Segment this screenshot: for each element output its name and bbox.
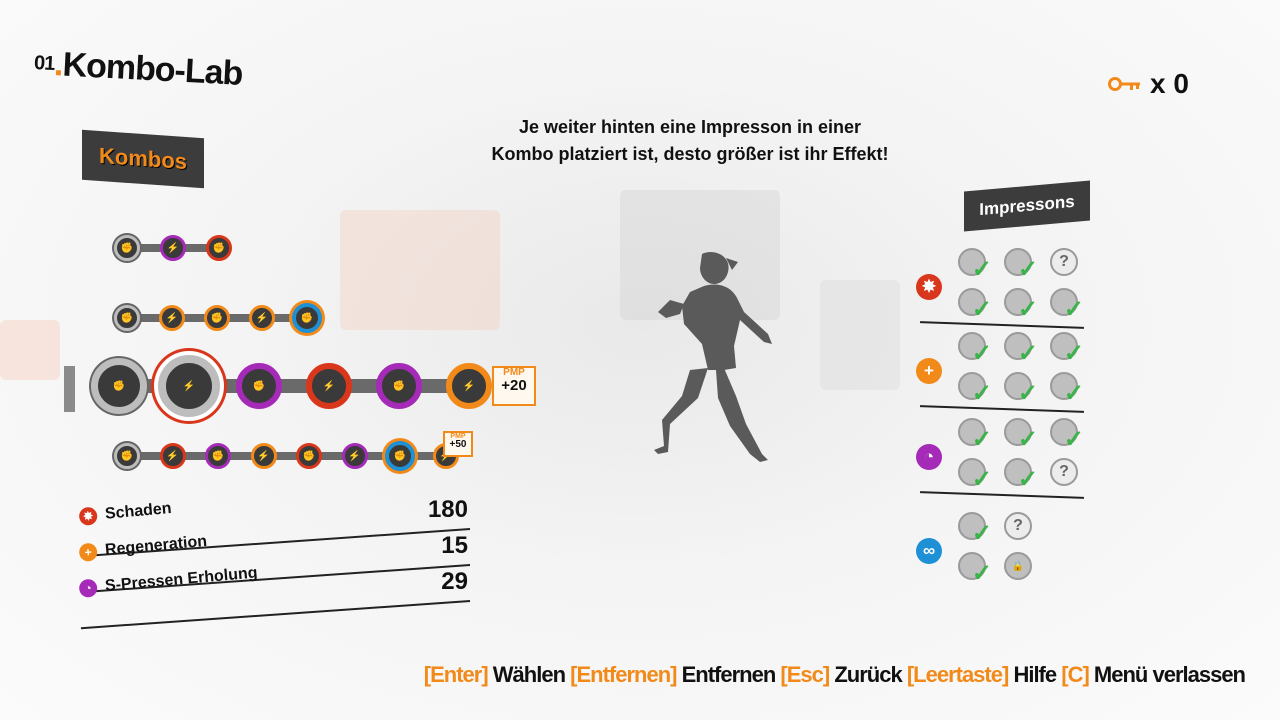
hint-line-2: Kombo platziert ist, desto größer ist ih… (491, 144, 889, 164)
combo-node-orange[interactable]: ⚡ (159, 305, 185, 331)
enter-label: Wählen (492, 662, 566, 687)
damage-icon: ✸ (78, 506, 98, 526)
impresson-slot[interactable] (1050, 288, 1084, 324)
unknown-impresson-slot[interactable]: ? (1050, 458, 1078, 486)
impresson-slot[interactable] (958, 332, 992, 368)
unknown-impresson-slot[interactable]: ? (1050, 248, 1078, 276)
combo-node-red[interactable]: ⚡ (159, 443, 186, 469)
stat-value: 15 (441, 532, 468, 559)
regeneration-icon: + (916, 358, 942, 384)
impresson-slot[interactable] (1050, 418, 1084, 454)
title-number: 01 (33, 52, 55, 76)
combo-node-orange[interactable]: ⚡ (446, 363, 492, 409)
combo-node-grey[interactable]: ✊ (114, 443, 140, 469)
regeneration-icon: + (78, 542, 98, 562)
combo-node-red[interactable]: ✊ (206, 235, 232, 261)
stat-label: Schaden (104, 499, 173, 523)
impresson-slot[interactable] (958, 418, 992, 454)
combo-node-purple[interactable]: ✊ (205, 443, 231, 469)
combo-node-red[interactable]: ⚡ (158, 355, 220, 417)
impresson-slot[interactable] (958, 372, 992, 408)
c-label: Menü verlassen (1093, 662, 1246, 687)
stat-row-regeneration: + Regeneration 15 (78, 532, 471, 594)
tab-impressons[interactable]: Impressons (964, 180, 1090, 232)
selection-marker (64, 366, 75, 412)
combo-node-blue[interactable]: ✊ (292, 303, 322, 333)
stat-row-damage: ✸ Schaden 180 (78, 496, 471, 558)
background-shape (0, 320, 60, 380)
background-shape (820, 280, 900, 390)
combo-node-orange[interactable]: ⚡ (249, 305, 275, 331)
c-key-hint[interactable]: [C] (1061, 662, 1090, 687)
stat-value: 29 (441, 568, 468, 595)
impresson-slot[interactable] (958, 288, 992, 324)
impresson-slot[interactable] (1004, 458, 1038, 494)
link-icon: ∞ (916, 538, 942, 564)
divider (920, 405, 1084, 413)
combo-node-purple[interactable]: ✊ (376, 363, 422, 409)
impresson-slot[interactable] (1004, 288, 1038, 324)
hint-line-1: Je weiter hinten eine Impresson in einer (518, 117, 862, 137)
combo-node-blue[interactable]: ✊ (385, 441, 415, 471)
stat-label: S-Pressen Erholung (104, 564, 259, 595)
damage-icon: ✸ (916, 274, 942, 300)
impresson-slot[interactable] (958, 248, 992, 284)
combo-node-purple[interactable]: ⚡ (341, 443, 368, 469)
locked-impresson-slot[interactable]: 🔒 (1004, 552, 1032, 580)
impresson-slot[interactable] (1050, 372, 1084, 408)
divider (920, 321, 1084, 329)
impresson-slot[interactable] (1050, 332, 1084, 368)
pmp-bonus-badge: PMP +20 (492, 366, 536, 406)
clock-icon: ◔ (916, 444, 942, 470)
combo-node-purple[interactable]: ✊ (236, 363, 282, 409)
space-key-hint[interactable]: [Leertaste] (907, 662, 1009, 687)
combo-node-grey[interactable]: ✊ (114, 235, 140, 261)
stat-row-recovery: ◔ S-Pressen Erholung 29 (78, 564, 471, 630)
stat-label: Regeneration (104, 532, 208, 559)
impresson-slot[interactable] (1004, 372, 1038, 408)
character-silhouette (654, 252, 772, 462)
pmp-bonus-badge: PMP +50 (443, 431, 473, 457)
unknown-impresson-slot[interactable]: ? (1004, 512, 1032, 540)
pmp-bonus-value: +50 (449, 439, 467, 450)
combo-node-orange[interactable]: ⚡ (250, 443, 277, 469)
remove-key-hint[interactable]: [Entfernen] (570, 662, 677, 687)
key-icon (1108, 77, 1140, 91)
combo-node-red[interactable]: ⚡ (306, 363, 352, 409)
esc-key-hint[interactable]: [Esc] (780, 662, 830, 687)
key-count: x 0 (1150, 68, 1189, 99)
hint-text: Je weiter hinten eine Impresson in einer… (440, 114, 940, 168)
page-title: 01.Kombo-Lab (33, 44, 243, 94)
tab-kombos[interactable]: Kombos (82, 129, 204, 189)
space-label: Hilfe (1013, 662, 1057, 687)
impresson-slot[interactable] (958, 512, 992, 548)
impresson-slot[interactable] (958, 458, 992, 494)
pmp-bonus-value: +20 (501, 377, 527, 394)
impresson-slot[interactable] (1004, 248, 1038, 284)
enter-key-hint[interactable]: [Enter] (424, 662, 489, 687)
combo-node-grey[interactable]: ✊ (91, 358, 147, 414)
divider (80, 600, 471, 630)
stat-value: 180 (427, 496, 468, 523)
combo-node-orange[interactable]: ✊ (204, 305, 230, 331)
key-counter: x 0 (1108, 68, 1189, 100)
impresson-slot[interactable] (958, 552, 992, 588)
esc-label: Zurück (834, 662, 902, 687)
background-shape (340, 210, 500, 330)
impresson-slot[interactable] (1004, 332, 1038, 368)
clock-icon: ◔ (78, 578, 98, 598)
title-text: Kombo-Lab (61, 45, 244, 93)
remove-label: Entfernen (681, 662, 777, 687)
combo-node-grey[interactable]: ✊ (114, 305, 140, 331)
impresson-slot[interactable] (1004, 418, 1038, 454)
divider (920, 491, 1084, 499)
controls-bar: [Enter] Wählen [Entfernen] Entfernen [Es… (424, 662, 1246, 688)
combo-node-purple[interactable]: ⚡ (160, 235, 186, 261)
combo-node-red[interactable]: ✊ (296, 443, 322, 469)
